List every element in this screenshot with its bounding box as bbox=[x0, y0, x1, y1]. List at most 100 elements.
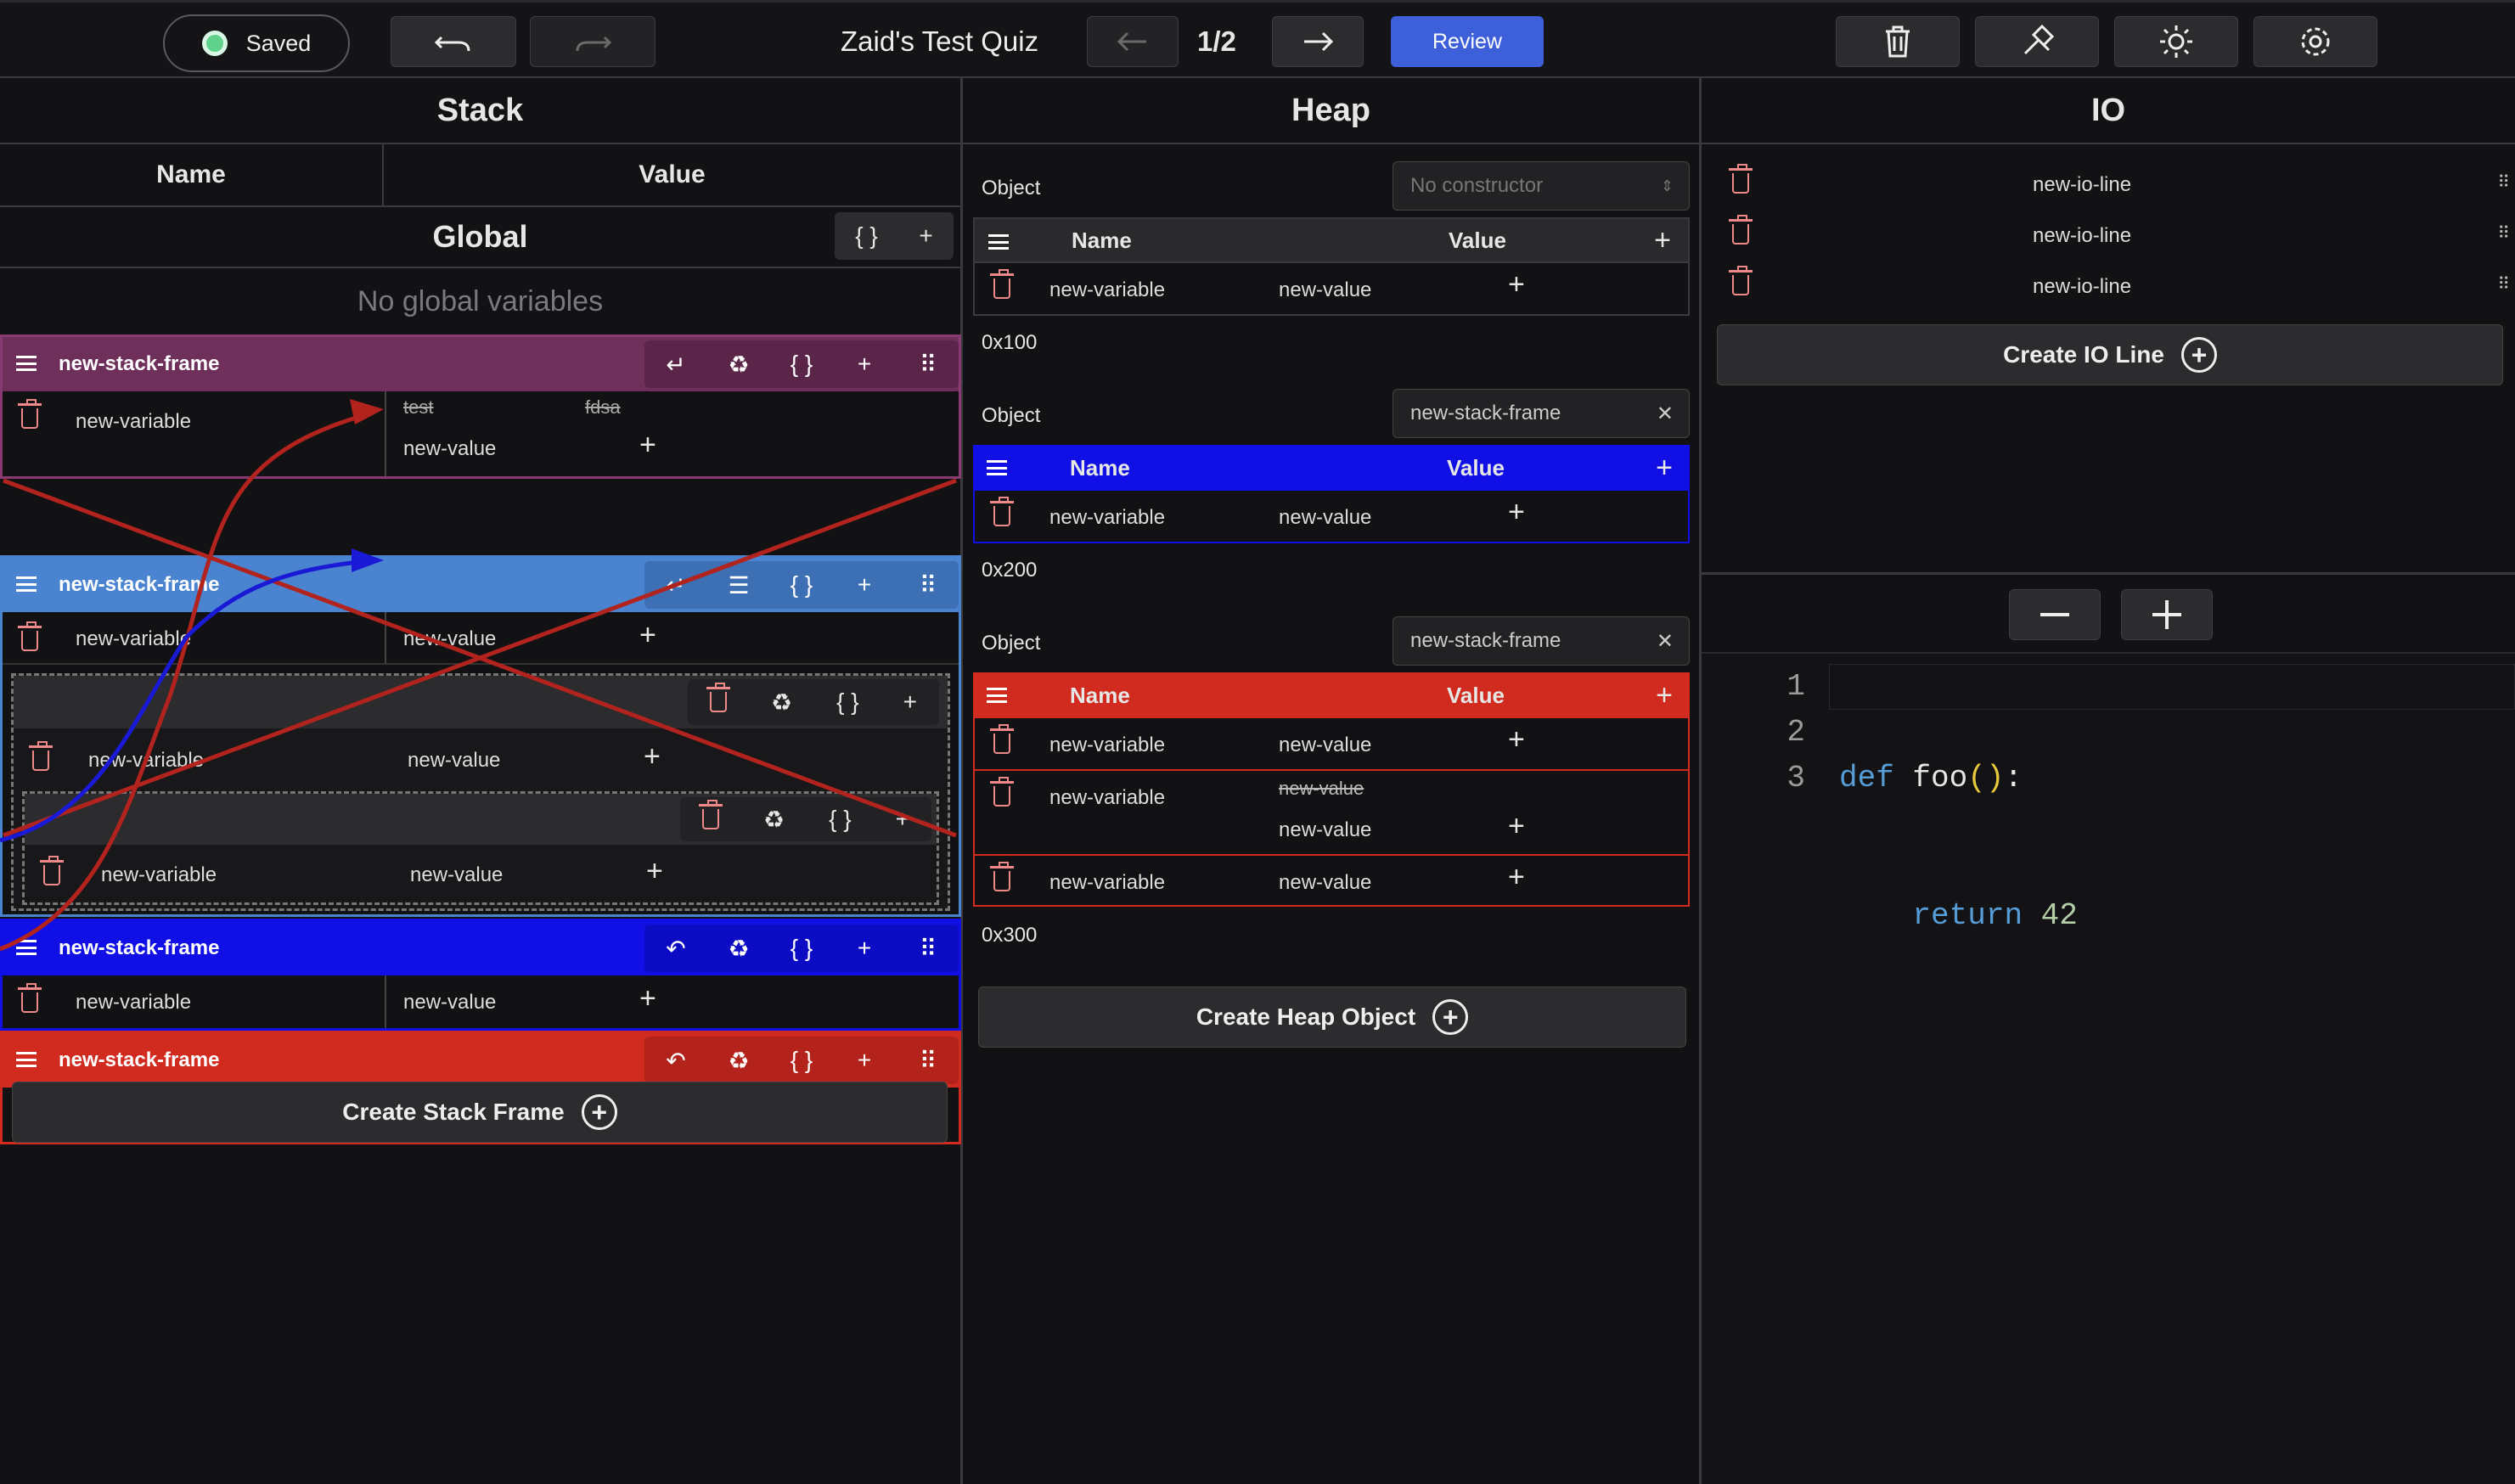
variable-value[interactable]: new-value bbox=[1279, 818, 1371, 842]
undo-button[interactable] bbox=[391, 16, 516, 67]
add-value-icon[interactable]: + bbox=[644, 740, 661, 773]
add-field-icon[interactable]: + bbox=[1654, 224, 1671, 257]
code-editor[interactable]: 1 2 3 def foo(): return 42 bbox=[1702, 654, 2515, 1484]
json-braces-icon[interactable]: { } bbox=[770, 351, 833, 378]
json-braces-icon[interactable]: { } bbox=[836, 689, 858, 716]
heap-object-header[interactable]: Name Value + bbox=[973, 217, 1690, 263]
constructor-select[interactable]: No constructor ⇕ bbox=[1393, 161, 1690, 211]
delete-all-button[interactable] bbox=[1836, 16, 1960, 67]
delete-field-icon[interactable] bbox=[990, 497, 1014, 531]
delete-variable-icon[interactable] bbox=[18, 983, 42, 1017]
delete-io-line-icon[interactable] bbox=[1729, 215, 1753, 249]
database-icon[interactable]: ☰ bbox=[707, 571, 770, 599]
add-variable-icon[interactable]: + bbox=[833, 571, 896, 599]
heap-object-header[interactable]: Name Value + bbox=[973, 672, 1690, 718]
variable-value[interactable]: new-value bbox=[410, 863, 503, 887]
add-global-icon[interactable]: + bbox=[919, 222, 932, 250]
variable-name[interactable]: new-variable bbox=[1049, 506, 1165, 530]
variable-name[interactable]: new-variable bbox=[76, 410, 191, 434]
review-button[interactable]: Review bbox=[1391, 16, 1544, 67]
recycle-icon[interactable]: ♻ bbox=[707, 935, 770, 963]
delete-field-icon[interactable] bbox=[990, 269, 1014, 303]
create-io-line-button[interactable]: Create IO Line + bbox=[1717, 324, 2503, 385]
delete-field-icon[interactable] bbox=[990, 862, 1014, 896]
drag-handle-icon[interactable]: ⠿ bbox=[896, 571, 959, 599]
add-value-icon[interactable]: + bbox=[639, 619, 656, 652]
drag-handle-icon[interactable]: ⠿ bbox=[896, 935, 959, 963]
menu-icon[interactable] bbox=[16, 576, 37, 592]
drag-handle-icon[interactable]: ⠿ bbox=[896, 351, 959, 379]
nested-object-header[interactable]: ♻ { } + bbox=[14, 676, 948, 728]
delete-object-icon[interactable] bbox=[706, 682, 730, 718]
zoom-out-button[interactable] bbox=[2009, 589, 2101, 640]
drag-handle-icon[interactable]: ⠿ bbox=[896, 1047, 959, 1075]
recycle-icon[interactable]: ♻ bbox=[707, 1047, 770, 1075]
drag-handle-icon[interactable]: ⠿ bbox=[2497, 222, 2510, 244]
variable-value[interactable]: new-value bbox=[1279, 506, 1371, 530]
create-stack-frame-button[interactable]: Create Stack Frame + bbox=[12, 1082, 948, 1143]
next-question-button[interactable] bbox=[1272, 16, 1364, 67]
variable-name[interactable]: new-variable bbox=[1049, 734, 1165, 757]
variable-name[interactable]: new-variable bbox=[1049, 278, 1165, 302]
variable-value[interactable]: new-value bbox=[1279, 734, 1371, 757]
delete-io-line-icon[interactable] bbox=[1729, 266, 1753, 300]
io-line-text[interactable]: new-io-line bbox=[2033, 275, 2131, 299]
return-icon[interactable]: ↵ bbox=[644, 571, 707, 599]
settings-button[interactable] bbox=[2253, 16, 2377, 67]
variable-name[interactable]: new-variable bbox=[76, 627, 191, 651]
add-variable-icon[interactable]: + bbox=[896, 806, 909, 833]
variable-name[interactable]: new-variable bbox=[88, 749, 204, 773]
io-editor-divider[interactable] bbox=[1702, 572, 2515, 575]
delete-io-line-icon[interactable] bbox=[1729, 164, 1753, 198]
menu-icon[interactable] bbox=[16, 356, 37, 371]
delete-object-icon[interactable] bbox=[699, 799, 723, 835]
variable-value[interactable]: new-value bbox=[403, 437, 496, 461]
add-field-icon[interactable]: + bbox=[1656, 679, 1673, 712]
theme-toggle-button[interactable] bbox=[2114, 16, 2238, 67]
stack-frame-header[interactable]: new-stack-frame ↶ ♻ { } + ⠿ bbox=[3, 1033, 959, 1088]
add-variable-icon[interactable]: + bbox=[833, 935, 896, 962]
nested-object-header[interactable]: ♻ { } + bbox=[25, 794, 937, 845]
menu-icon[interactable] bbox=[988, 234, 1009, 250]
delete-variable-icon[interactable] bbox=[40, 856, 64, 890]
zoom-in-button[interactable] bbox=[2121, 589, 2213, 640]
add-value-icon[interactable]: + bbox=[639, 429, 656, 462]
delete-variable-icon[interactable] bbox=[29, 741, 53, 775]
variable-value[interactable]: new-value bbox=[1279, 278, 1371, 302]
drag-handle-icon[interactable]: ⠿ bbox=[2497, 171, 2510, 193]
add-variable-icon[interactable]: + bbox=[833, 1047, 896, 1074]
variable-name[interactable]: new-variable bbox=[1049, 786, 1165, 810]
io-line-text[interactable]: new-io-line bbox=[2033, 224, 2131, 248]
variable-value[interactable]: new-value bbox=[403, 627, 496, 651]
delete-field-icon[interactable] bbox=[990, 724, 1014, 758]
add-value-icon[interactable]: + bbox=[1508, 723, 1525, 756]
undo-icon[interactable]: ↶ bbox=[644, 1047, 707, 1075]
delete-variable-icon[interactable] bbox=[18, 399, 42, 433]
saved-status-button[interactable]: Saved bbox=[163, 14, 350, 72]
menu-icon[interactable] bbox=[987, 688, 1007, 703]
add-variable-icon[interactable]: + bbox=[903, 689, 917, 716]
add-value-icon[interactable]: + bbox=[1508, 810, 1525, 843]
add-value-icon[interactable]: + bbox=[1508, 861, 1525, 894]
stack-frame-header[interactable]: new-stack-frame ↵ ☰ { } + ⠿ bbox=[3, 558, 959, 612]
hammer-button[interactable] bbox=[1975, 16, 2099, 67]
variable-value[interactable]: new-value bbox=[403, 991, 496, 1015]
add-field-icon[interactable]: + bbox=[1656, 452, 1673, 485]
menu-icon[interactable] bbox=[16, 940, 37, 955]
add-value-icon[interactable]: + bbox=[639, 982, 656, 1015]
add-value-icon[interactable]: + bbox=[646, 855, 663, 888]
json-braces-icon[interactable]: { } bbox=[829, 806, 851, 833]
add-value-icon[interactable]: + bbox=[1508, 268, 1525, 301]
recycle-icon[interactable]: ♻ bbox=[771, 689, 792, 717]
undo-icon[interactable]: ↶ bbox=[644, 935, 707, 963]
close-icon[interactable]: ✕ bbox=[1657, 402, 1674, 426]
recycle-icon[interactable]: ♻ bbox=[707, 351, 770, 379]
variable-value[interactable]: new-value bbox=[1279, 871, 1371, 895]
json-braces-icon[interactable]: { } bbox=[770, 571, 833, 599]
variable-name[interactable]: new-variable bbox=[101, 863, 217, 887]
add-value-icon[interactable]: + bbox=[1508, 496, 1525, 529]
recycle-icon[interactable]: ♻ bbox=[763, 806, 785, 834]
heap-object-header[interactable]: Name Value + bbox=[973, 445, 1690, 491]
delete-variable-icon[interactable] bbox=[18, 621, 42, 655]
constructor-select[interactable]: new-stack-frame ✕ bbox=[1393, 389, 1690, 438]
